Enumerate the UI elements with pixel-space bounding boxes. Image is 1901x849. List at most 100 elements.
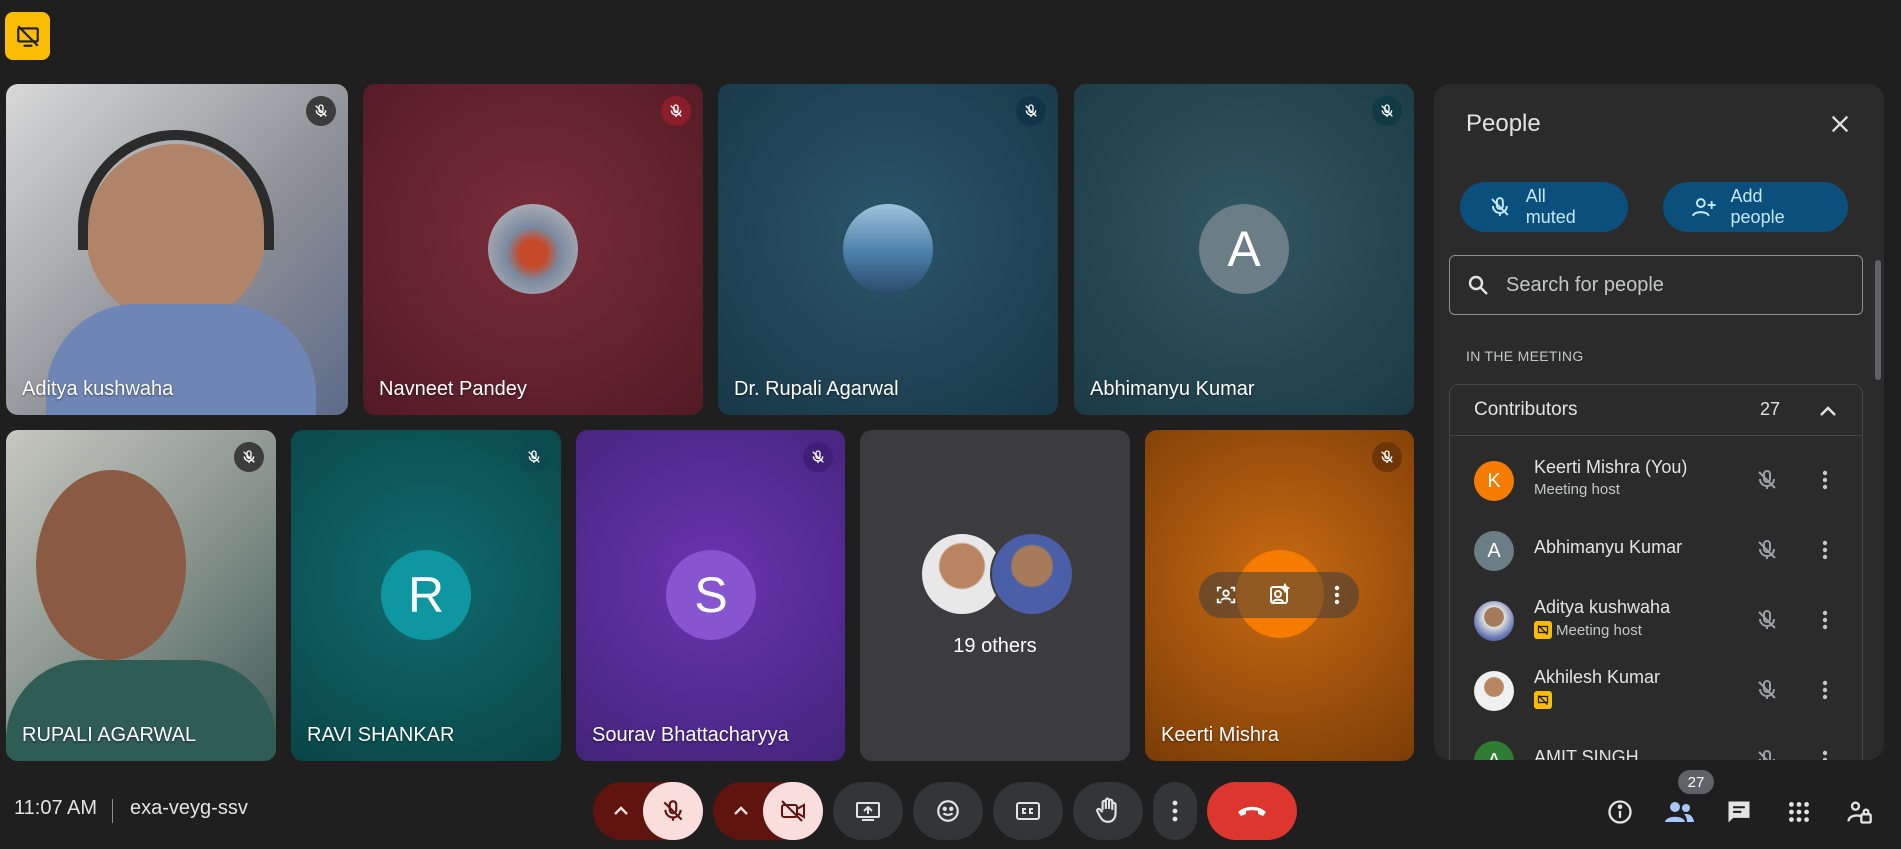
present-to-all-icon	[856, 802, 880, 821]
more-options-button[interactable]	[1322, 580, 1352, 610]
mic-status	[1752, 745, 1782, 760]
people-count-badge: 27	[1678, 770, 1714, 794]
mic-off-icon	[315, 104, 327, 117]
contributors-header[interactable]: Contributors 27	[1450, 385, 1862, 436]
muted-mic-indicator	[234, 442, 264, 472]
panel-title: People	[1466, 110, 1541, 137]
video-tile[interactable]: RUPALI AGARWAL	[6, 430, 276, 761]
participant-name: RAVI SHANKAR	[307, 724, 455, 746]
raise-hand-button[interactable]	[1073, 782, 1143, 840]
participant-name: Dr. Rupali Agarwal	[734, 378, 899, 400]
more-options-button[interactable]	[1153, 782, 1197, 840]
more-options-button[interactable]	[1810, 675, 1840, 705]
muted-mic-indicator	[1016, 96, 1046, 126]
all-muted-button[interactable]: All muted	[1460, 182, 1628, 232]
host-controls-button[interactable]	[1837, 790, 1881, 834]
video-tile[interactable]: S Sourav Bhattacharyya	[576, 430, 845, 761]
clock: 11:07 AM	[14, 797, 98, 819]
more-options-button[interactable]	[1810, 465, 1840, 495]
more-vert-icon	[1822, 680, 1828, 700]
list-item[interactable]: Aditya kushwaha Meeting host	[1450, 585, 1862, 655]
search-icon	[1468, 275, 1488, 295]
avatar: A	[1474, 741, 1514, 760]
video-tile[interactable]: Keerti Mishra	[1145, 430, 1414, 761]
participant-name: Navneet Pandey	[379, 378, 527, 400]
more-vert-icon	[1822, 750, 1828, 760]
visual-effects-button[interactable]	[1264, 580, 1294, 610]
video-tile[interactable]: A Abhimanyu Kumar	[1074, 84, 1414, 415]
people-panel: People All muted Add people IN THE MEETI…	[1434, 84, 1884, 760]
chat-button[interactable]	[1717, 790, 1761, 834]
participant-avatar: S	[666, 550, 756, 640]
more-vert-icon	[1334, 585, 1340, 605]
panel-scrollbar[interactable]	[1875, 260, 1881, 380]
info-icon	[1608, 800, 1632, 824]
list-item[interactable]: A AMIT SINGH	[1450, 725, 1862, 760]
role-label: Meeting host	[1534, 481, 1620, 498]
add-people-label: Add people	[1730, 186, 1785, 227]
search-input[interactable]	[1504, 272, 1838, 298]
present-screen-button[interactable]	[833, 782, 903, 840]
muted-mic-indicator	[1372, 96, 1402, 126]
more-vert-icon	[1822, 540, 1828, 560]
person-name: AMIT SINGH	[1534, 747, 1639, 760]
video-tile[interactable]: R RAVI SHANKAR	[291, 430, 561, 761]
list-item[interactable]: Akhilesh Kumar	[1450, 655, 1862, 725]
camera-off-icon	[781, 800, 805, 822]
more-vert-icon	[1822, 610, 1828, 630]
video-tile[interactable]: Navneet Pandey	[363, 84, 703, 415]
presentation-off-icon	[16, 25, 39, 47]
avatar	[1474, 671, 1514, 711]
close-panel-button[interactable]	[1822, 106, 1858, 142]
camera-toggle[interactable]	[763, 782, 823, 840]
contributors-group: Contributors 27 K Keerti Mishra (You) Me…	[1449, 384, 1863, 760]
people-button[interactable]	[1657, 790, 1701, 834]
muted-mic-indicator	[661, 96, 691, 126]
mic-off-icon	[670, 104, 682, 117]
mic-status	[1752, 535, 1782, 565]
others-count-label: 19 others	[953, 635, 1037, 657]
avatar: K	[1474, 461, 1514, 501]
others-tile[interactable]: 19 others	[860, 430, 1130, 761]
presentation-badge[interactable]	[5, 12, 50, 60]
muted-mic-indicator	[519, 442, 549, 472]
captions-button[interactable]	[993, 782, 1063, 840]
frame-person-icon	[1216, 586, 1236, 604]
video-tile[interactable]: Aditya kushwaha	[6, 84, 348, 415]
person-role: Meeting host	[1534, 481, 1620, 498]
list-item[interactable]: A Abhimanyu Kumar	[1450, 515, 1862, 585]
search-box[interactable]	[1449, 255, 1863, 315]
participant-avatar	[488, 204, 578, 294]
mic-off-icon	[1758, 750, 1775, 760]
mic-off-icon	[1758, 610, 1776, 629]
more-options-button[interactable]	[1810, 535, 1840, 565]
microphone-toggle[interactable]	[643, 782, 703, 840]
muted-mic-indicator	[803, 442, 833, 472]
add-people-button[interactable]: Add people	[1663, 182, 1848, 232]
hand-icon	[1096, 797, 1117, 823]
person-role: Meeting host	[1534, 621, 1642, 639]
meeting-details-button[interactable]	[1598, 790, 1642, 834]
mic-off-icon	[1758, 540, 1776, 559]
person-name: Aditya kushwaha	[1534, 597, 1671, 617]
close-icon	[1831, 115, 1849, 133]
collapse-button[interactable]	[1814, 397, 1842, 425]
mic-off-icon	[1758, 680, 1776, 699]
list-item[interactable]: K Keerti Mishra (You) Meeting host	[1450, 445, 1862, 515]
participant-name: Aditya kushwaha	[22, 378, 174, 400]
activities-button[interactable]	[1777, 790, 1821, 834]
more-options-button[interactable]	[1810, 605, 1840, 635]
more-vert-icon	[1822, 470, 1828, 490]
person-role	[1534, 691, 1552, 709]
more-options-button[interactable]	[1810, 745, 1840, 760]
frame-person-button[interactable]	[1211, 580, 1241, 610]
mic-off-icon	[812, 450, 824, 463]
leave-call-button[interactable]	[1207, 782, 1297, 840]
reactions-button[interactable]	[913, 782, 983, 840]
role-label: Meeting host	[1556, 621, 1642, 639]
person-name: Keerti Mishra (You)	[1534, 457, 1688, 477]
more-vert-icon	[1172, 800, 1178, 822]
participant-name: Abhimanyu Kumar	[1090, 378, 1255, 400]
participant-name: RUPALI AGARWAL	[22, 724, 197, 746]
video-tile[interactable]: Dr. Rupali Agarwal	[718, 84, 1058, 415]
